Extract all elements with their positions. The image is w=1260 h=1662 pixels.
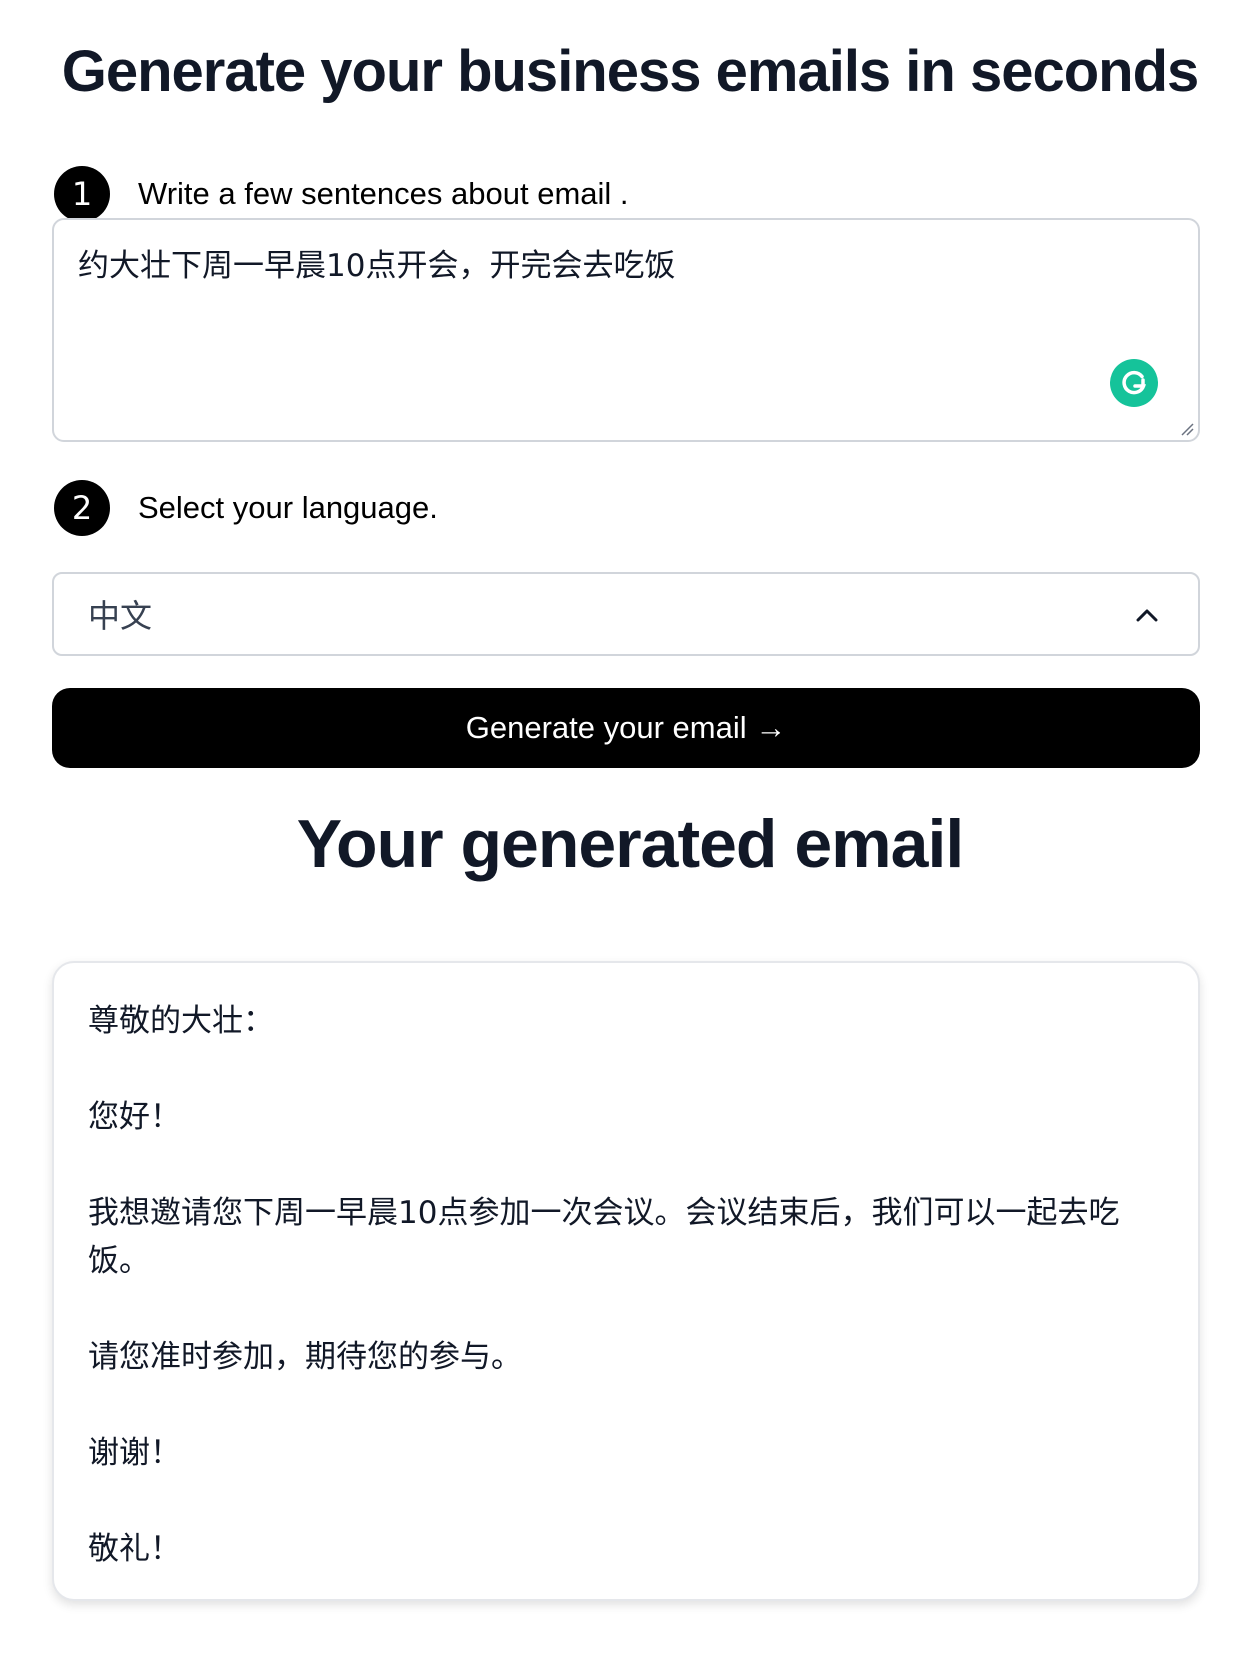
step-1-label: Write a few sentences about email . bbox=[138, 176, 629, 211]
generated-email-card: 尊敬的大壮： 您好！ 我想邀请您下周一早晨10点参加一次会议。会议结束后，我们可… bbox=[52, 961, 1200, 1601]
email-closing: 敬礼！ bbox=[88, 1531, 181, 1567]
grammarly-icon[interactable] bbox=[1110, 359, 1158, 407]
step-2-badge: 2 bbox=[54, 480, 110, 536]
textarea-value: 约大壮下周一早晨10点开会，开完会去吃饭 bbox=[78, 248, 676, 284]
step-2: 2 Select your language. bbox=[54, 480, 438, 536]
generated-email-title: Your generated email bbox=[296, 806, 965, 882]
generate-email-button[interactable]: Generate your email → bbox=[52, 688, 1200, 768]
email-request: 请您准时参加，期待您的参与。 bbox=[88, 1339, 522, 1375]
email-greeting: 尊敬的大壮： bbox=[88, 1003, 274, 1039]
resize-handle-icon[interactable] bbox=[1180, 422, 1194, 436]
step-1: 1 Write a few sentences about email . bbox=[54, 166, 629, 222]
language-select-value: 中文 bbox=[88, 597, 153, 635]
step-2-label: Select your language. bbox=[138, 490, 438, 525]
email-body: 我想邀请您下周一早晨10点参加一次会议。会议结束后，我们可以一起去吃饭。 bbox=[88, 1195, 1120, 1279]
email-thanks: 谢谢！ bbox=[88, 1435, 181, 1471]
step-1-badge: 1 bbox=[54, 166, 110, 222]
email-hello: 您好！ bbox=[88, 1099, 181, 1135]
page-title: Generate your business emails in seconds bbox=[61, 39, 1200, 104]
email-description-textarea[interactable]: 约大壮下周一早晨10点开会，开完会去吃饭 bbox=[52, 218, 1200, 442]
chevron-up-icon bbox=[1136, 609, 1158, 622]
language-select[interactable]: 中文 bbox=[52, 572, 1200, 656]
